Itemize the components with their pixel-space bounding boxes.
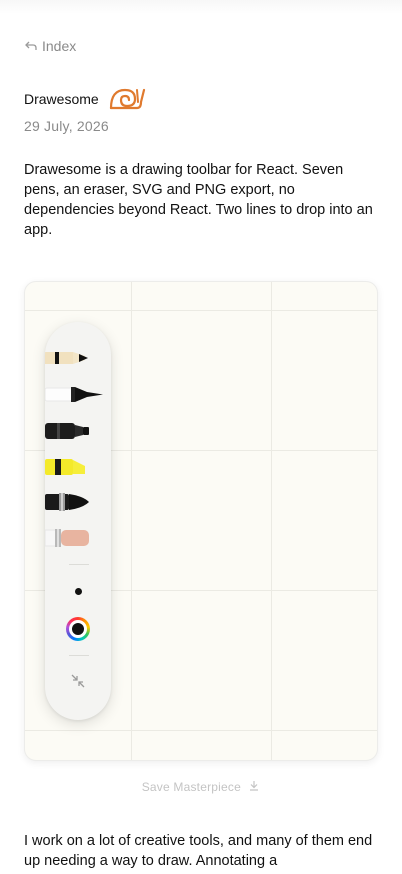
grid-line	[271, 282, 272, 760]
post-intro: Drawesome is a drawing toolbar for React…	[24, 162, 373, 238]
drawing-canvas[interactable]	[24, 281, 378, 761]
selected-color-swatch	[72, 623, 84, 635]
grid-line	[25, 310, 377, 311]
toolbar-divider	[69, 655, 89, 656]
eraser-tool-icon[interactable]	[45, 525, 105, 551]
highlighter-tool-icon[interactable]	[45, 454, 105, 480]
snail-icon	[109, 88, 145, 110]
collapse-icon[interactable]	[69, 672, 87, 690]
color-picker-button[interactable]	[66, 617, 90, 641]
marker-tool-icon[interactable]	[45, 418, 105, 444]
fountain-pen-tool-icon[interactable]	[45, 382, 107, 408]
brush-pen-tool-icon[interactable]	[45, 489, 105, 515]
back-link[interactable]: Index	[24, 38, 76, 54]
return-arrow-icon	[25, 41, 37, 50]
post-date: 29 July, 2026	[24, 118, 109, 134]
top-fade	[0, 0, 402, 14]
save-masterpiece-button[interactable]: Save Masterpiece	[0, 780, 402, 794]
post-title: Drawesome	[24, 91, 99, 107]
save-button-label: Save Masterpiece	[141, 780, 241, 794]
back-link-label: Index	[42, 38, 77, 54]
post-body: I work on a lot of creative tools, and m…	[24, 833, 373, 869]
drawing-toolbar	[45, 322, 111, 720]
grid-line	[25, 730, 377, 731]
stroke-size-button[interactable]	[75, 588, 82, 595]
grid-line	[131, 282, 132, 760]
toolbar-divider	[69, 564, 89, 565]
download-icon	[250, 781, 259, 791]
post-header: Drawesome	[24, 84, 147, 114]
pencil-tool-icon[interactable]	[45, 346, 105, 370]
